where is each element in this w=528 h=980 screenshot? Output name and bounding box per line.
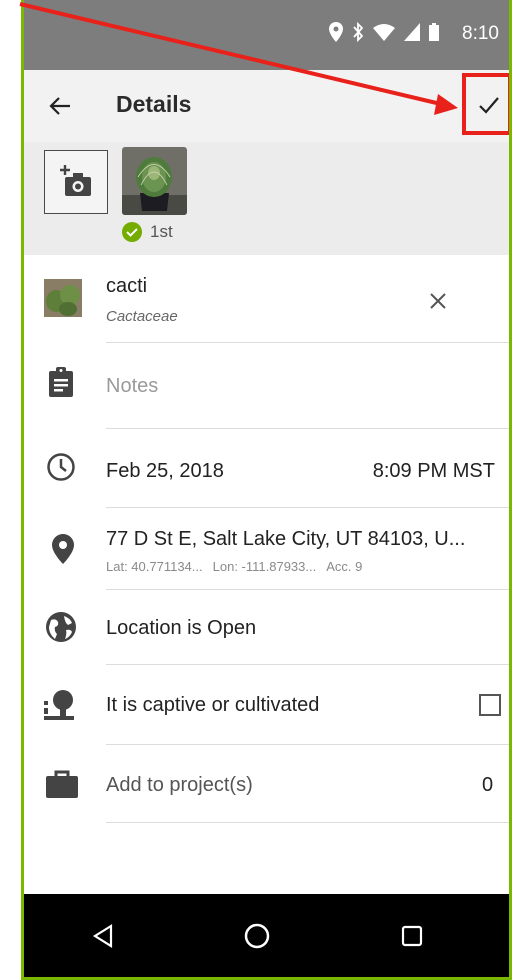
page-title: Details xyxy=(116,91,192,117)
briefcase-icon xyxy=(46,770,78,798)
projects-row[interactable]: Add to project(s) 0 xyxy=(24,745,509,823)
system-nav-bar xyxy=(24,894,509,977)
clock-icon xyxy=(47,453,75,481)
location-acc: Acc. 9 xyxy=(326,559,363,574)
captive-label: It is captive or cultivated xyxy=(106,694,320,716)
clipboard-icon xyxy=(49,367,73,397)
first-photo-badge: 1st xyxy=(122,222,173,242)
projects-count: 0 xyxy=(482,774,494,796)
check-circle-icon xyxy=(122,222,142,242)
observation-date: Feb 25, 2018 xyxy=(106,460,224,482)
projects-label: Add to project(s) xyxy=(106,774,253,796)
geoprivacy-row[interactable]: Location is Open xyxy=(24,590,509,665)
taxon-row[interactable]: cacti Cactaceae xyxy=(24,255,509,343)
confirm-button[interactable] xyxy=(462,73,509,135)
notes-row[interactable]: Notes xyxy=(24,343,509,429)
bluetooth-icon xyxy=(353,22,364,42)
battery-icon xyxy=(429,23,439,41)
taxon-scientific-name: Cactaceae xyxy=(106,308,178,325)
wifi-icon xyxy=(373,24,395,41)
taxon-thumbnail xyxy=(44,279,82,317)
location-lat: Lat: 40.771134... xyxy=(106,559,203,574)
location-lon: Lon: -111.87933... xyxy=(212,559,317,574)
location-pin-icon xyxy=(52,534,74,564)
add-photo-button[interactable] xyxy=(44,150,108,214)
photo-strip: 1st xyxy=(24,142,509,255)
location-status-icon xyxy=(329,22,343,42)
status-icons xyxy=(329,22,439,42)
status-time: 8:10 xyxy=(462,23,499,44)
location-row[interactable]: 77 D St E, Salt Lake City, UT 84103, U..… xyxy=(24,508,509,590)
captive-row[interactable]: It is captive or cultivated xyxy=(24,665,509,745)
notes-field[interactable]: Notes xyxy=(106,375,158,398)
geoprivacy-label: Location is Open xyxy=(106,617,257,639)
cell-signal-icon xyxy=(404,23,420,41)
app-bar: Details xyxy=(24,70,509,143)
globe-icon xyxy=(46,612,76,642)
location-coordinates: Lat: 40.771134... Lon: -111.87933... Acc… xyxy=(106,559,362,574)
nav-home-icon[interactable] xyxy=(244,923,270,949)
location-address: 77 D St E, Salt Lake City, UT 84103, U..… xyxy=(106,528,466,550)
cactus-photo[interactable] xyxy=(122,147,187,215)
phone-screen: 8:10 Details 1st cacti Cactaceae Notes F… xyxy=(21,0,512,980)
captive-checkbox[interactable] xyxy=(479,694,501,716)
observation-time: 8:09 PM MST xyxy=(372,460,495,482)
close-icon[interactable] xyxy=(429,292,447,310)
check-icon xyxy=(479,97,499,114)
add-photo-icon xyxy=(60,165,91,196)
back-arrow-icon[interactable] xyxy=(44,90,76,122)
taxon-common-name: cacti xyxy=(106,275,148,297)
first-photo-label: 1st xyxy=(150,222,173,241)
nav-back-icon[interactable] xyxy=(92,924,114,948)
captive-tree-icon xyxy=(44,690,74,720)
status-bar: 8:10 xyxy=(24,0,509,70)
nav-recents-icon[interactable] xyxy=(401,925,423,947)
datetime-row[interactable]: Feb 25, 2018 8:09 PM MST xyxy=(24,429,509,508)
